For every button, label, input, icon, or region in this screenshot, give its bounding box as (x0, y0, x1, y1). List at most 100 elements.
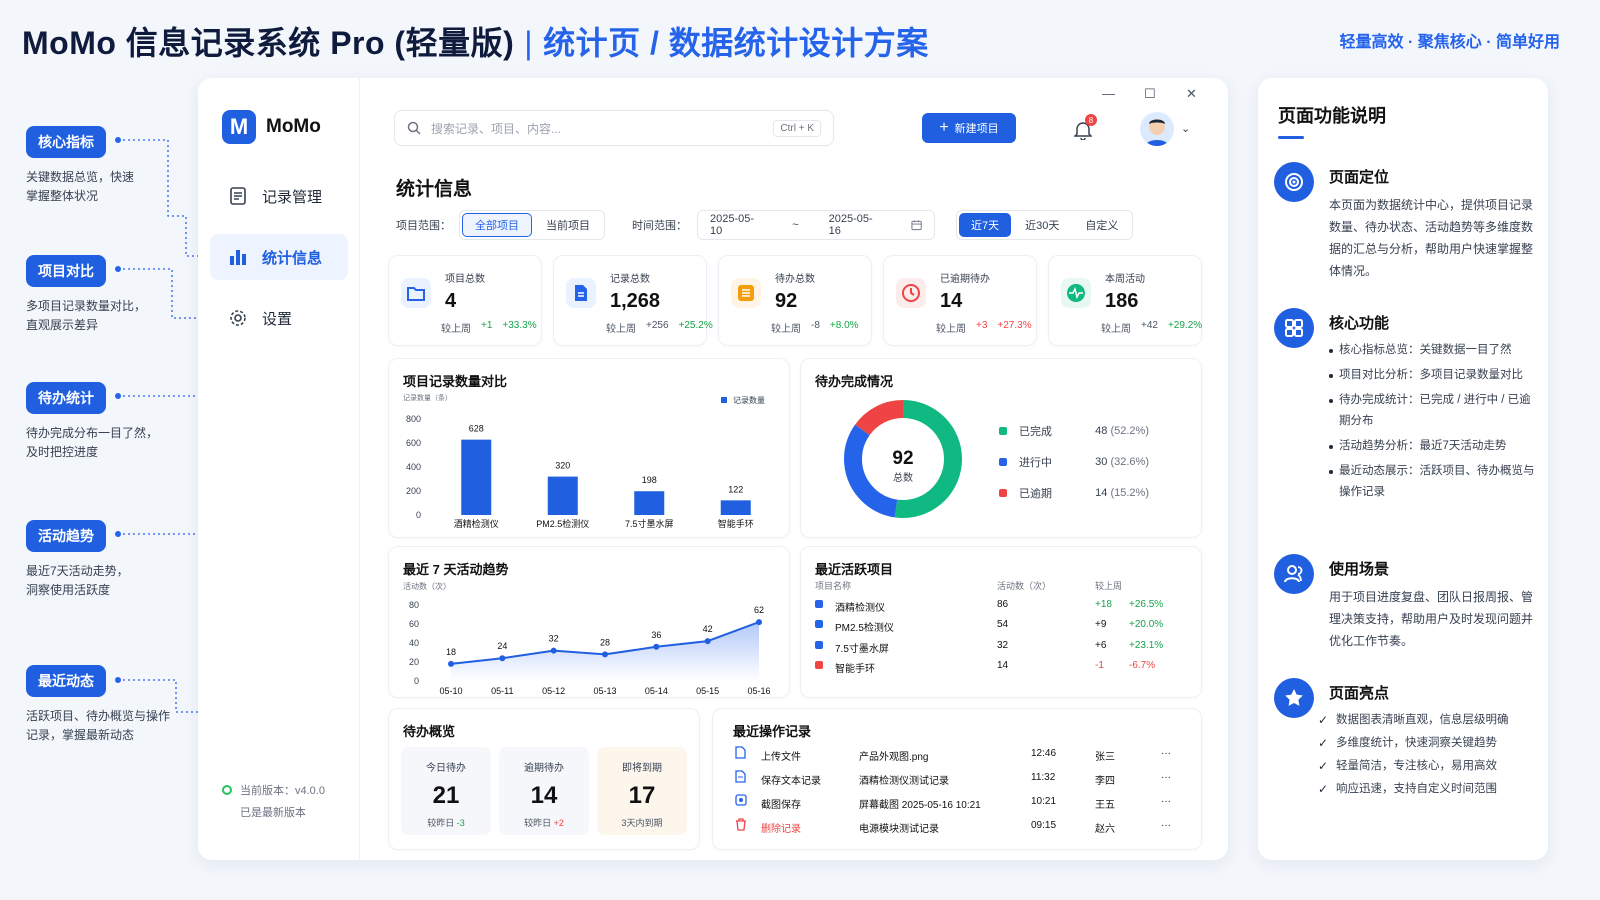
annotation-desc: 关键数据总览，快速掌握整体状况 (26, 170, 135, 203)
x-tick-label: 05-13 (593, 686, 616, 696)
annotation-title: 待办统计 (26, 382, 106, 414)
activity-icon (1061, 278, 1091, 308)
date-range-picker[interactable]: 2025-05-10 ~2025-05-16 (697, 210, 935, 240)
section-title: 页面亮点 (1329, 685, 1390, 702)
range-option-7d[interactable]: 近7天 (959, 213, 1012, 237)
op-user: 赵六 (1095, 824, 1115, 835)
column-header-compare: 较上周 (1095, 581, 1123, 591)
feature-item: 核心指标总览：关键数据一目了然 (1329, 340, 1539, 361)
card-title: 待办完成情况 (815, 374, 894, 389)
op-time: 09:15 (1031, 820, 1057, 831)
compare-label: 较上周 (1101, 324, 1131, 335)
todo-label: 即将到期 (622, 763, 662, 774)
todo-value: 17 (628, 782, 656, 809)
data-point (704, 638, 711, 645)
operation-row[interactable]: 上传文件 产品外观图.png 12:46 张三 ··· (733, 745, 1177, 765)
maximize-button[interactable]: ☐ (1144, 86, 1156, 102)
donut-card: 待办完成情况 92 总数 已完成 48 (52.2%) 进行中 30 (32.6%) … (800, 358, 1202, 538)
records-icon (230, 187, 246, 205)
more-icon[interactable]: ··· (1161, 772, 1171, 783)
operations-card: 最近操作记录 上传文件 产品外观图.png 12:46 张三 ··· 保存文本记录 酒精检… (712, 708, 1202, 850)
minimize-button[interactable]: — (1102, 86, 1115, 101)
range-option-30d[interactable]: 近30天 (1013, 213, 1071, 237)
range-toggle: 近7天 近30天 自定义 (956, 210, 1134, 240)
project-pct: +20.0% (1129, 619, 1164, 630)
y-tick-label: 20 (409, 657, 419, 667)
todo-overdue[interactable]: 逾期待办 14 较昨日 +2 (499, 747, 589, 835)
x-tick-label: 05-11 (491, 686, 513, 696)
op-action: 删除记录 (761, 824, 801, 835)
sidebar-item-records[interactable]: 记录管理 (210, 173, 348, 219)
plus-icon: + (939, 119, 949, 136)
stat-value: 14 (940, 290, 963, 312)
notification-badge: 8 (1085, 114, 1097, 126)
sidebar-item-statistics[interactable]: 统计信息 (210, 234, 348, 280)
project-pct: -6.7% (1129, 660, 1156, 671)
list-icon (731, 278, 761, 308)
y-tick-label: 200 (406, 486, 421, 496)
clock-icon (896, 278, 926, 308)
more-icon[interactable]: ··· (1161, 820, 1171, 831)
search-input[interactable]: 搜索记录、项目、内容... Ctrl + K (394, 110, 834, 146)
data-label: 36 (651, 630, 661, 640)
x-tick-label: 05-10 (439, 686, 462, 696)
app-logo[interactable]: M MoMo (222, 110, 321, 144)
notification-button[interactable]: 8 (1073, 114, 1097, 145)
logo-text: MoMo (266, 116, 321, 137)
operation-row[interactable]: 截图保存 屏幕截图 2025-05-16 10:21 10:21 王五 ··· (733, 793, 1177, 813)
data-point (756, 619, 762, 626)
range-option-custom[interactable]: 自定义 (1073, 213, 1130, 237)
todo-value: 14 (530, 782, 558, 809)
bar-chart: 记录数量（条） 记录数量 0 200 400 600 800 628 酒精检测仪 320 PM2… (403, 393, 765, 529)
compare-pct: +27.3% (997, 320, 1032, 331)
todo-due-soon[interactable]: 即将到期 17 3天内到期 (597, 747, 687, 835)
avatar[interactable] (1140, 112, 1174, 146)
card-title: 待办概览 (403, 724, 456, 739)
bar (720, 500, 751, 515)
scope-option-current[interactable]: 当前项目 (534, 213, 602, 237)
compare-pct: +33.3% (502, 320, 537, 331)
project-pct: +26.5% (1129, 599, 1164, 610)
compare-pct: +29.2% (1167, 320, 1203, 331)
annotation-title: 最近动态 (26, 665, 106, 697)
project-count: 32 (997, 640, 1009, 651)
new-project-button[interactable]: + 新建项目 (922, 113, 1016, 143)
legend-count: 30 (32.6%) (1095, 456, 1149, 468)
more-icon[interactable]: ··· (1161, 748, 1171, 759)
feature-item: 项目对比分析：多项目记录数量对比 (1329, 365, 1539, 386)
todo-compare: 较昨日 +2 (524, 818, 564, 828)
project-count: 14 (997, 660, 1009, 671)
legend-swatch (999, 427, 1007, 435)
scope-option-all[interactable]: 全部项目 (462, 213, 532, 237)
op-user: 王五 (1095, 800, 1115, 811)
stat-label: 已逾期待办 (940, 274, 990, 285)
todo-today[interactable]: 今日待办 21 较昨日 -3 (401, 747, 491, 835)
column-header-count: 活动数（次） (997, 581, 1052, 591)
project-name: 7.5寸墨水屏 (835, 644, 889, 655)
annotation-desc: 活跃项目、待办概览与操作记录，掌握最新动态 (26, 709, 171, 742)
operation-row[interactable]: 删除记录 电源模块测试记录 09:15 赵六 ··· (733, 817, 1177, 837)
stat-value: 186 (1105, 290, 1139, 312)
shortcut-hint: Ctrl + K (773, 119, 821, 137)
avatar-image (1145, 119, 1169, 146)
y-tick-label: 600 (406, 438, 421, 448)
operation-row[interactable]: 保存文本记录 酒精检测仪测试记录 11:32 李四 ··· (733, 769, 1177, 789)
x-tick-label: 05-12 (542, 686, 565, 696)
compare-pct: +8.0% (829, 320, 859, 331)
more-icon[interactable]: ··· (1161, 796, 1171, 807)
todo-overview-card: 待办概览 今日待办 21 较昨日 -3 逾期待办 14 较昨日 +2 即将到期 17 3天内… (388, 708, 700, 850)
highlight-item: 数据图表清晰直观，信息层级明确 (1318, 710, 1548, 731)
close-button[interactable]: ✕ (1186, 86, 1197, 102)
annotation-todo-stats: 待办统计 待办完成分布一目了然，及时把控进度 (26, 382, 196, 462)
text-file-icon (735, 770, 746, 786)
data-label: 62 (754, 605, 764, 615)
project-delta: +6 (1095, 640, 1107, 651)
folder-icon (401, 278, 431, 308)
sidebar-item-settings[interactable]: 设置 (210, 295, 348, 341)
header-tagline: 轻量高效 · 聚焦核心 · 简单好用 (1339, 34, 1560, 51)
chevron-down-icon[interactable]: ⌄ (1181, 122, 1190, 135)
stat-card-todos: 待办总数 92 较上周 -8 +8.0% (718, 255, 872, 346)
section-body: 本页面为数据统计中心，提供项目记录数量、待办状态、活动趋势等多维度数据的汇总与分… (1329, 198, 1534, 278)
data-label: 32 (549, 634, 559, 644)
section-body: 用于项目进度复盘、团队日报周报、管理决策支持，帮助用户及时发现问题并优化工作节奏… (1329, 590, 1534, 648)
